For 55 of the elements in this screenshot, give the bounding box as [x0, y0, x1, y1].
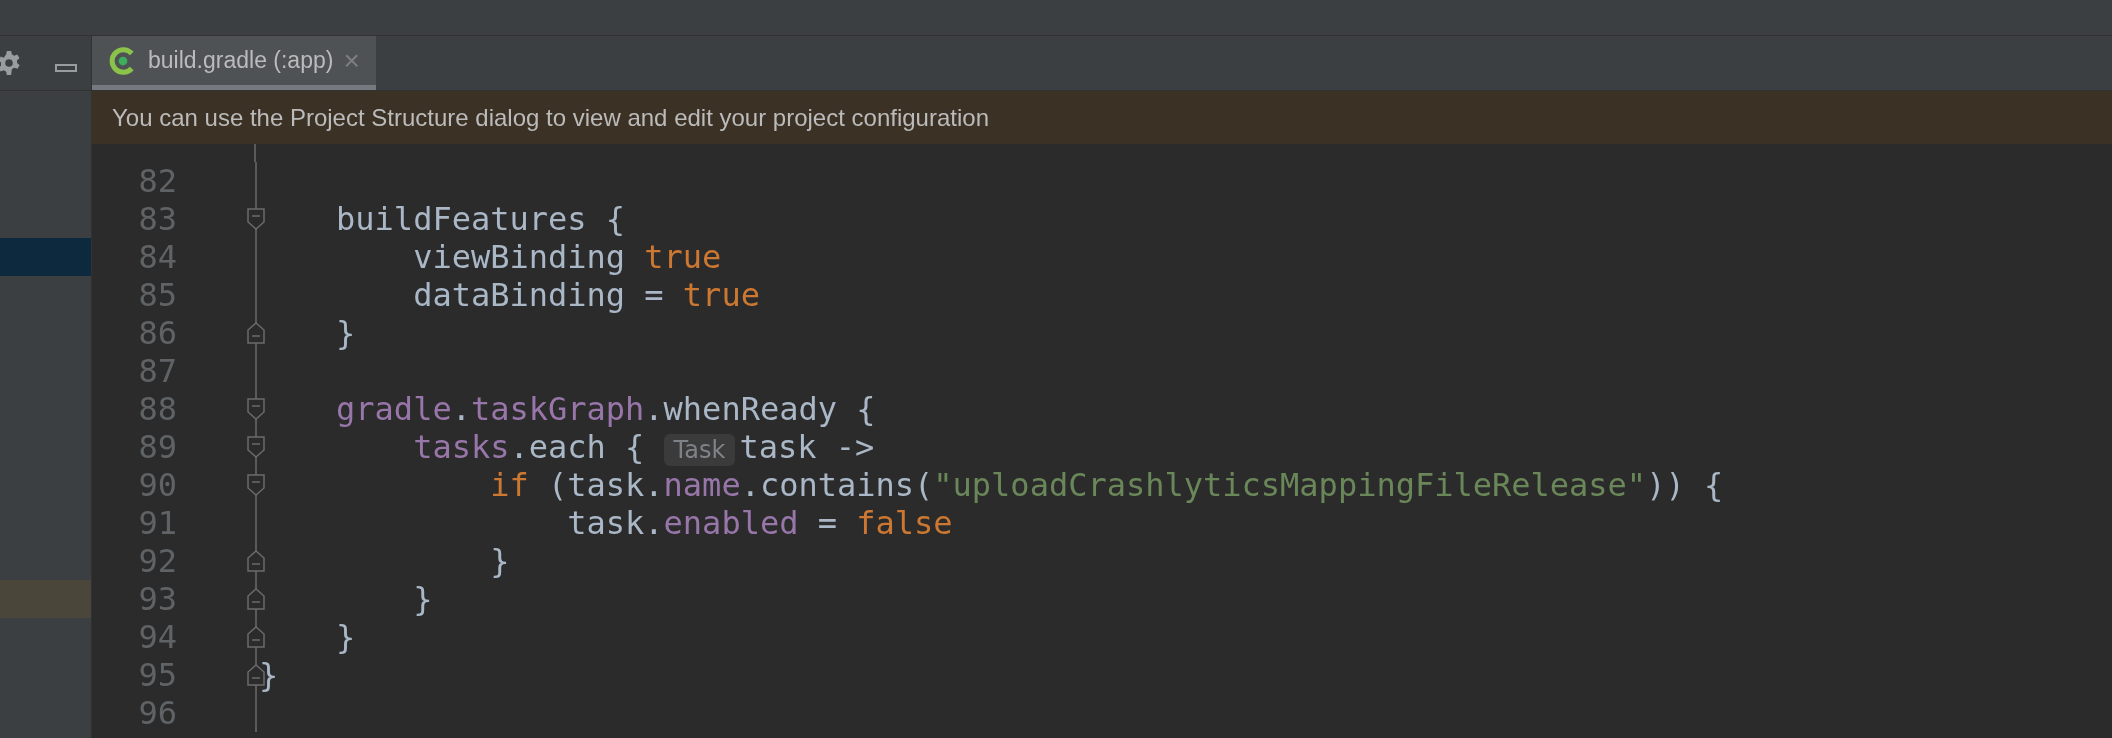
line-number: 87	[137, 352, 177, 390]
fold-marker-icon[interactable]	[246, 321, 266, 345]
code-token: .	[451, 390, 471, 428]
code-token: }	[259, 656, 279, 694]
banner-text: You can use the Project Structure dialog to view and edit your project configuration	[112, 103, 989, 132]
code-token: buildFeatures {	[335, 200, 626, 238]
fold-marker-icon[interactable]	[246, 587, 266, 611]
code-token: }	[335, 314, 356, 352]
code-token: name	[663, 466, 741, 504]
line-number: 84	[137, 238, 177, 276]
fold-marker-icon[interactable]	[246, 207, 266, 231]
fold-marker-icon[interactable]	[246, 397, 266, 421]
code-token: }	[489, 542, 510, 580]
code-token: .whenReady {	[644, 390, 876, 428]
line-number: 94	[137, 618, 177, 656]
code-token: false	[856, 504, 953, 542]
line-number: 85	[137, 276, 177, 314]
code-token: .contains(	[740, 466, 934, 504]
code-token: task.	[566, 504, 664, 542]
line-number: 86	[137, 314, 177, 352]
code-token: }	[335, 618, 356, 656]
line-number: 96	[137, 694, 177, 732]
fold-marker-icon[interactable]	[246, 435, 266, 459]
code-token: "uploadCrashlyticsMappingFileRelease"	[933, 466, 1647, 504]
fold-marker-icon[interactable]	[246, 625, 266, 649]
code-token: gradle	[335, 390, 452, 428]
file-tab[interactable]: build.gradle (:app) ×	[92, 36, 376, 90]
minimize-icon[interactable]	[55, 64, 77, 72]
fold-marker-icon[interactable]	[246, 473, 266, 497]
code-token: .each {	[509, 428, 646, 466]
settings-icon[interactable]	[0, 50, 22, 76]
code-token: true	[682, 276, 760, 314]
code-token: (task.	[547, 466, 664, 504]
line-number: 82	[137, 162, 177, 200]
line-number: 92	[137, 542, 177, 580]
line-number: 93	[137, 580, 177, 618]
code-token: tasks	[412, 428, 510, 466]
code-token: dataBinding =	[412, 276, 665, 314]
code-token: taskGraph	[470, 390, 645, 428]
line-number: 90	[137, 466, 177, 504]
fold-marker-icon[interactable]	[246, 549, 266, 573]
line-number: 89	[137, 428, 177, 466]
code-token: task ->	[739, 428, 875, 466]
code-token: =	[816, 504, 838, 542]
line-number: 88	[137, 390, 177, 428]
code-token: if	[489, 466, 529, 504]
code-token: true	[644, 238, 722, 276]
line-number: 83	[137, 200, 177, 238]
code-token: }	[412, 580, 433, 618]
code-token: enabled	[663, 504, 799, 542]
line-number: 91	[137, 504, 177, 542]
code-token: viewBinding	[412, 238, 627, 276]
code-token: )) {	[1646, 466, 1724, 504]
type-hint: Task	[663, 434, 736, 466]
line-number: 95	[137, 656, 177, 694]
